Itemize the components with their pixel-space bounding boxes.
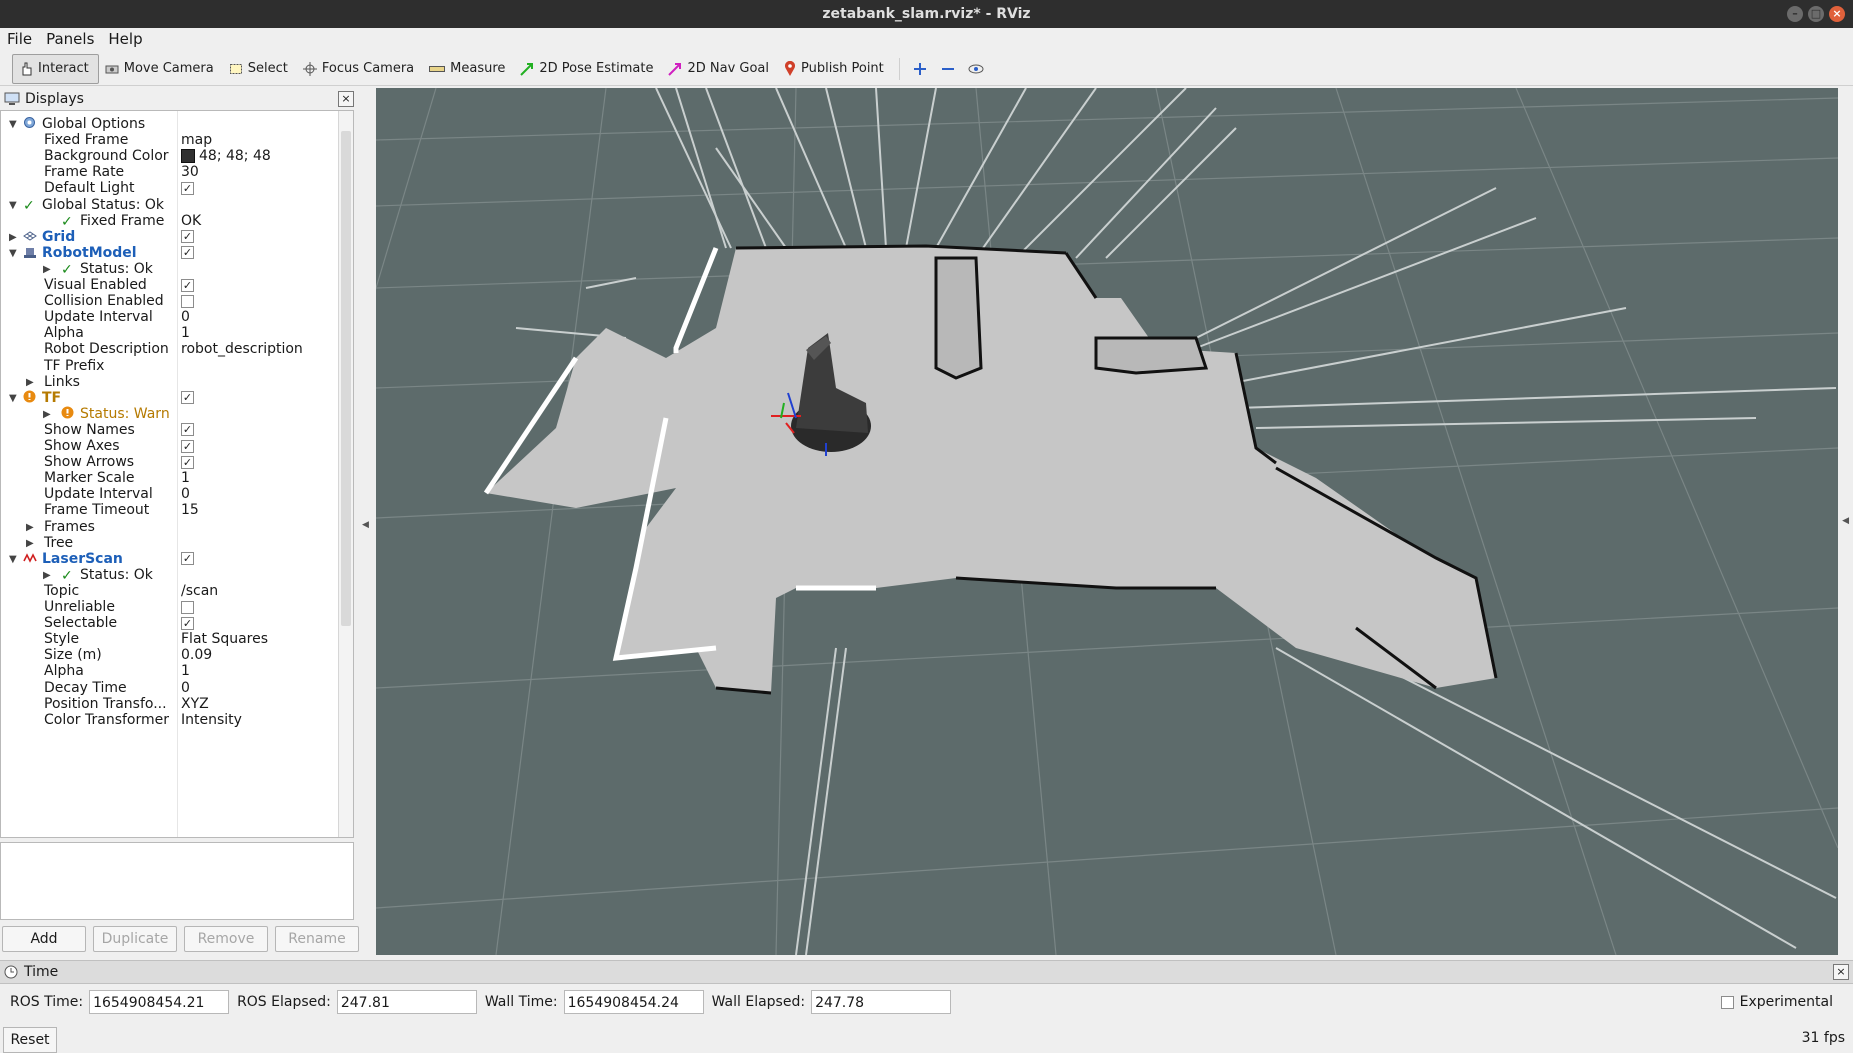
- tool-toolbar: Interact Move Camera Select Focus Camera…: [0, 52, 1853, 86]
- toolbar-separator: [898, 57, 900, 80]
- close-time-panel-icon[interactable]: ×: [1833, 964, 1849, 980]
- 3d-render-view[interactable]: [376, 88, 1838, 955]
- select-label: Select: [247, 61, 288, 76]
- property-checkbox[interactable]: ✓: [181, 423, 194, 437]
- remove-button[interactable]: Remove: [184, 926, 268, 952]
- publish-point-label: Publish Point: [801, 61, 884, 76]
- property-checkbox[interactable]: [181, 294, 194, 308]
- window-title-bar: zetabank_slam.rviz* - RViz – □ ×: [0, 0, 1853, 28]
- focus-camera-tool-button[interactable]: Focus Camera: [297, 55, 423, 83]
- menu-panels[interactable]: Panels: [39, 28, 101, 51]
- remove-tool-icon[interactable]: [934, 55, 962, 83]
- wall-time-field[interactable]: 1654908454.24: [563, 990, 704, 1014]
- property-checkbox[interactable]: ✓: [181, 455, 194, 469]
- property-name: Color Transformer: [44, 711, 170, 728]
- left-splitter-handle[interactable]: ◀: [362, 520, 369, 530]
- property-checkbox[interactable]: ✓: [181, 391, 194, 405]
- 2d-nav-goal-button[interactable]: 2D Nav Goal: [662, 55, 778, 83]
- wall-time-label: Wall Time:: [484, 994, 558, 1010]
- display-tree: ▼ Global Options Fixed Frame map Background …: [0, 110, 354, 838]
- interior-room: [934, 256, 983, 380]
- menu-bar: File Panels Help: [0, 28, 1853, 51]
- reset-button[interactable]: Reset: [3, 1027, 57, 1053]
- experimental-option[interactable]: Experimental: [1720, 994, 1833, 1010]
- property-checkbox[interactable]: ✓: [181, 439, 194, 453]
- monitor-icon: [4, 92, 20, 105]
- property-checkbox[interactable]: ✓: [181, 246, 194, 260]
- property-checkbox[interactable]: [181, 600, 194, 614]
- window-title: zetabank_slam.rviz* - RViz: [822, 6, 1031, 22]
- nav-goal-label: 2D Nav Goal: [687, 61, 770, 76]
- interact-tool-button[interactable]: Interact: [12, 53, 99, 84]
- property-checkbox[interactable]: ✓: [181, 181, 194, 195]
- displays-panel: Displays × ▼ Global Options Fixed Frame map…: [0, 88, 354, 838]
- move-camera-label: Move Camera: [123, 61, 214, 76]
- property-value[interactable]: Intensity: [181, 711, 242, 730]
- ros-elapsed-label: ROS Elapsed:: [237, 994, 331, 1010]
- property-checkbox[interactable]: ✓: [181, 552, 194, 566]
- close-window-icon[interactable]: ×: [1829, 6, 1845, 22]
- move-camera-icon: [105, 65, 119, 73]
- magenta-arrow-icon: [668, 62, 682, 76]
- menu-file[interactable]: File: [0, 28, 39, 51]
- displays-title: Displays: [0, 88, 354, 110]
- rename-button[interactable]: Rename: [275, 926, 359, 952]
- map-pin-icon: [785, 61, 795, 76]
- ros-elapsed-field[interactable]: 247.81: [336, 990, 477, 1014]
- displays-buttons: Add Duplicate Remove Rename: [2, 926, 359, 952]
- tree-scrollbar[interactable]: [338, 111, 353, 837]
- measure-tool-button[interactable]: Measure: [423, 55, 514, 83]
- green-arrow-icon: [520, 62, 534, 76]
- ruler-icon: [429, 65, 446, 72]
- minimize-icon[interactable]: –: [1787, 6, 1803, 22]
- measure-label: Measure: [450, 61, 506, 76]
- experimental-label: Experimental: [1739, 994, 1833, 1010]
- displays-title-label: Displays: [25, 91, 84, 107]
- wall-elapsed-field[interactable]: 247.78: [811, 990, 952, 1014]
- time-fields: ROS Time: 1654908454.21 ROS Elapsed: 247…: [10, 990, 959, 1014]
- interior-room: [1094, 336, 1209, 375]
- scrollbar-thumb[interactable]: [341, 131, 351, 626]
- map-visualization: [376, 88, 1838, 955]
- time-panel-title: Time: [24, 964, 59, 980]
- duplicate-button[interactable]: Duplicate: [93, 926, 177, 952]
- experimental-checkbox[interactable]: [1720, 995, 1734, 1009]
- fps-counter: 31 fps: [1801, 1030, 1845, 1046]
- color-swatch: [181, 149, 195, 164]
- property-checkbox[interactable]: ✓: [181, 230, 194, 244]
- 2d-pose-estimate-button[interactable]: 2D Pose Estimate: [514, 55, 662, 83]
- ros-time-field[interactable]: 1654908454.21: [89, 990, 230, 1014]
- display-tree-row[interactable]: Color Transformer Intensity: [1, 711, 339, 730]
- property-checkbox[interactable]: ✓: [181, 616, 194, 630]
- right-splitter-handle[interactable]: ◀: [1842, 516, 1849, 526]
- close-panel-icon[interactable]: ×: [338, 91, 354, 107]
- menu-help[interactable]: Help: [101, 28, 149, 51]
- wall-elapsed-label: Wall Elapsed:: [711, 994, 806, 1010]
- hand-pointer-icon: [22, 62, 32, 75]
- add-button[interactable]: Add: [2, 926, 86, 952]
- time-panel-header: Time ×: [0, 960, 1853, 984]
- property-checkbox[interactable]: ✓: [181, 278, 194, 292]
- focus-camera-label: Focus Camera: [321, 61, 415, 76]
- free-space-area: [486, 246, 1496, 693]
- focus-crosshair-icon: [302, 61, 317, 76]
- property-description-box: [0, 842, 354, 920]
- interact-label: Interact: [38, 61, 89, 76]
- select-tool-button[interactable]: Select: [223, 55, 297, 83]
- ros-time-label: ROS Time:: [10, 994, 84, 1010]
- select-box-icon: [229, 63, 242, 74]
- pose-estimate-label: 2D Pose Estimate: [539, 61, 654, 76]
- add-tool-icon[interactable]: [906, 55, 934, 83]
- camera-view-icon[interactable]: [962, 55, 990, 83]
- publish-point-button[interactable]: Publish Point: [778, 55, 893, 83]
- move-camera-tool-button[interactable]: Move Camera: [99, 55, 223, 83]
- maximize-icon[interactable]: □: [1808, 6, 1824, 22]
- clock-icon: [4, 965, 18, 979]
